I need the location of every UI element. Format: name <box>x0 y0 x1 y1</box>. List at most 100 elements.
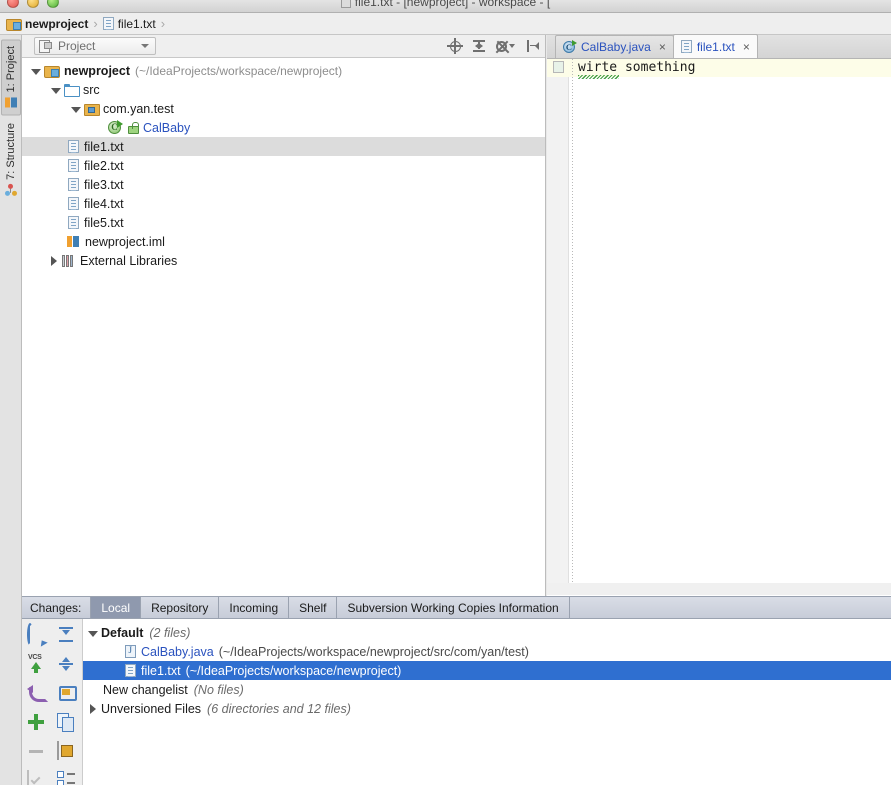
tab-label: Local <box>101 600 131 615</box>
changelist-row[interactable]: Default (2 files) <box>83 623 891 642</box>
changes-header: Changes: Local Repository Incoming Shelf… <box>22 597 891 619</box>
tree-row[interactable]: com.yan.test <box>22 99 545 118</box>
collapse-all-icon[interactable] <box>57 655 77 675</box>
editor-content[interactable]: wirte something <box>547 59 891 595</box>
window-title-text: file1.txt - [newproject] - workspace - [ <box>354 0 551 9</box>
tab-label: CalBaby.java <box>581 40 651 54</box>
sidebar-item-project[interactable]: 1: Project <box>1 39 21 116</box>
tree-row[interactable]: External Libraries <box>22 251 545 270</box>
tree-row[interactable]: C CalBaby <box>22 118 545 137</box>
copy-icon[interactable] <box>57 713 77 733</box>
tab-calbaby-java[interactable]: C CalBaby.java × <box>555 35 674 58</box>
locate-icon[interactable] <box>447 38 463 54</box>
tab-repository[interactable]: Repository <box>140 597 218 618</box>
tree-row[interactable]: file4.txt <box>22 194 545 213</box>
expand-all-icon[interactable] <box>57 626 77 646</box>
changelist-meta: (No files) <box>193 682 244 697</box>
sidebar-item-structure[interactable]: 7: Structure <box>1 117 21 203</box>
group-by-icon[interactable] <box>57 770 77 785</box>
breadcrumb-item-file1[interactable]: file1.txt <box>102 16 156 31</box>
tab-label: Repository <box>151 600 209 615</box>
breadcrumb-item-newproject[interactable]: newproject <box>6 17 88 31</box>
tree-node-label: newproject.iml <box>85 234 165 249</box>
tab-incoming[interactable]: Incoming <box>218 597 288 618</box>
window-title: file1.txt - [newproject] - workspace - [ <box>0 0 891 9</box>
tree-row[interactable]: src <box>22 80 545 99</box>
chevron-down-icon[interactable] <box>30 65 42 77</box>
changelist-label: Default <box>101 625 144 640</box>
project-view-selector[interactable]: Project <box>34 37 156 55</box>
changelist-row[interactable]: New changelist (No files) <box>83 680 891 699</box>
package-folder-icon <box>84 103 100 116</box>
source-folder-icon <box>64 83 80 97</box>
tree-node-label: com.yan.test <box>103 101 174 116</box>
tab-file1-txt[interactable]: file1.txt × <box>672 34 758 58</box>
breadcrumb-separator: › <box>93 16 98 31</box>
close-icon[interactable]: × <box>659 41 666 53</box>
iml-file-icon <box>67 235 80 248</box>
refresh-icon[interactable] <box>27 622 47 646</box>
window-doc-icon <box>340 0 351 8</box>
unlock-icon <box>127 121 139 134</box>
chevron-down-icon[interactable] <box>50 84 62 96</box>
file-path: (~/IdeaProjects/workspace/newproject) <box>185 663 402 678</box>
changelist-row[interactable]: Unversioned Files (6 directories and 12 … <box>83 699 891 718</box>
ignore-icon[interactable] <box>57 740 77 762</box>
checkbox-icon <box>27 769 47 785</box>
tree-node-label: file5.txt <box>84 215 124 230</box>
tree-row[interactable]: file1.txt <box>22 137 545 156</box>
text-file-icon <box>68 216 79 229</box>
project-panel-header: Project <box>22 35 545 58</box>
tree-node-path: (~/IdeaProjects/workspace/newproject) <box>135 63 343 78</box>
tree-node-label: External Libraries <box>80 253 178 268</box>
editor-area: C CalBaby.java × file1.txt × wirte somet… <box>547 34 891 596</box>
gear-icon[interactable] <box>496 40 515 52</box>
text-file-icon <box>680 40 692 53</box>
chevron-down-icon[interactable] <box>70 103 82 115</box>
hide-icon[interactable] <box>525 39 539 53</box>
tab-label: file1.txt <box>696 39 735 54</box>
close-icon[interactable]: × <box>743 41 750 53</box>
chevron-right-icon[interactable] <box>48 255 60 267</box>
changes-tree[interactable]: Default (2 files) CalBaby.java (~/IdeaPr… <box>83 619 891 785</box>
breadcrumb-label: file1.txt <box>117 16 156 31</box>
project-folder-icon <box>44 65 60 78</box>
changes-body: VCS Default (2 files) J CalBaby.java (~/… <box>22 619 891 785</box>
tree-row[interactable]: file2.txt <box>22 156 545 175</box>
file-name: file1.txt <box>141 663 181 678</box>
editor-horizontal-scrollbar[interactable] <box>547 583 891 595</box>
tab-label: Subversion Working Copies Information <box>347 600 559 615</box>
remove-icon <box>27 742 47 762</box>
java-file-icon <box>125 645 136 658</box>
tab-subversion-working-copies[interactable]: Subversion Working Copies Information <box>336 597 570 618</box>
tree-row[interactable]: newproject.iml <box>22 232 545 251</box>
window-titlebar: file1.txt - [newproject] - workspace - [ <box>0 0 891 13</box>
project-view-icon <box>39 40 52 53</box>
add-icon[interactable] <box>27 713 47 733</box>
chevron-right-icon[interactable] <box>87 703 99 715</box>
code-fold-icon[interactable] <box>553 61 564 73</box>
editor-text[interactable]: wirte something <box>578 60 695 75</box>
table-row[interactable]: file1.txt (~/IdeaProjects/workspace/newp… <box>83 661 891 680</box>
tab-shelf[interactable]: Shelf <box>288 597 336 618</box>
tree-node-label: file2.txt <box>84 158 124 173</box>
tree-node-label: file1.txt <box>84 139 124 154</box>
table-row[interactable]: CalBaby.java (~/IdeaProjects/workspace/n… <box>83 642 891 661</box>
changelist-label: Unversioned Files <box>101 701 202 716</box>
tree-node-label: file4.txt <box>84 196 124 211</box>
text-file-icon <box>102 17 114 30</box>
collapse-all-icon[interactable] <box>472 39 486 53</box>
tree-row[interactable]: file3.txt <box>22 175 545 194</box>
breadcrumb: newproject › file1.txt › <box>0 13 891 35</box>
tree-node-label: src <box>83 82 100 97</box>
shelve-icon[interactable] <box>57 684 77 704</box>
tree-row[interactable]: newproject (~/IdeaProjects/workspace/new… <box>22 61 545 80</box>
revert-icon[interactable] <box>27 684 47 704</box>
editor-tabbar: C CalBaby.java × file1.txt × <box>547 34 891 59</box>
tree-row[interactable]: file5.txt <box>22 213 545 232</box>
file-name: CalBaby.java <box>141 644 214 659</box>
project-tree[interactable]: newproject (~/IdeaProjects/workspace/new… <box>22 58 545 270</box>
chevron-down-icon[interactable] <box>87 627 99 639</box>
vcs-commit-icon[interactable]: VCS <box>27 654 47 675</box>
tab-local[interactable]: Local <box>90 597 141 618</box>
